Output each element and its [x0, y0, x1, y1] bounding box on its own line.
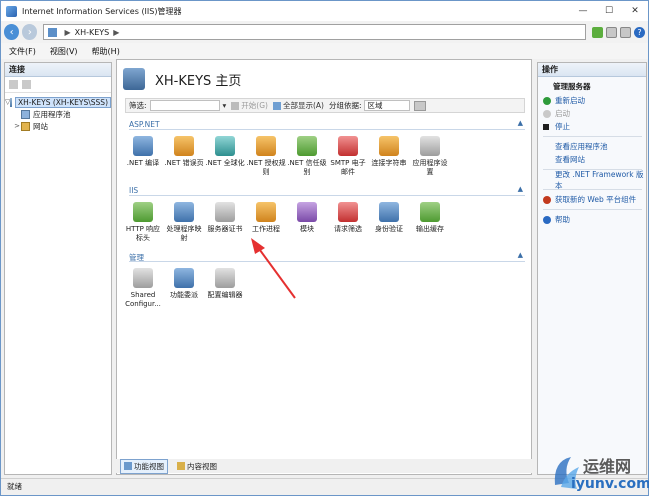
server-icon: [48, 27, 58, 37]
connections-header: 连接: [5, 63, 111, 77]
status-text: 就绪: [7, 482, 22, 491]
iis-app-icon: [6, 5, 17, 17]
tree-item-label: 应用程序池: [33, 109, 71, 119]
address-bar: ‹ › ▶ XH-KEYS ▶ ?: [1, 21, 648, 43]
action-label: 重新启动: [555, 96, 585, 105]
web-platform-icon: [543, 195, 551, 204]
action-label: 停止: [555, 122, 570, 131]
title-bar: Internet Information Services (IIS)管理器 —…: [1, 1, 648, 21]
actions-group-title: 管理服务器: [553, 82, 591, 91]
menu-file[interactable]: 文件(F): [9, 46, 36, 57]
actions-divider: [543, 136, 642, 137]
breadcrumb[interactable]: ▶ XH-KEYS ▶: [43, 24, 586, 40]
maximize-button[interactable]: ☐: [596, 1, 622, 21]
breadcrumb-arrow-icon: ▶: [64, 27, 71, 37]
action-label: 更改 .NET Framework 版本: [555, 169, 644, 190]
watermark-text: 运维网: [583, 457, 632, 476]
action-view-sites[interactable]: 查看网站: [543, 153, 646, 166]
action-view-app-pools[interactable]: 查看应用程序池: [543, 140, 646, 153]
action-label: 帮助: [555, 215, 570, 224]
tab-label: 功能视图: [134, 461, 164, 471]
action-change-net-framework[interactable]: 更改 .NET Framework 版本: [543, 170, 646, 190]
action-stop[interactable]: 停止: [543, 120, 646, 133]
action-label: 查看应用程序池: [555, 142, 608, 151]
tree-item-label: XH-KEYS (XH-KEYS\SSS): [14, 96, 111, 108]
breadcrumb-item-server[interactable]: XH-KEYS: [75, 28, 110, 37]
tab-content-view[interactable]: 内容视图: [174, 460, 220, 473]
tab-features-view[interactable]: 功能视图: [120, 458, 168, 474]
connect-icon[interactable]: [9, 80, 18, 89]
action-start[interactable]: 启动: [543, 107, 646, 120]
tab-label: 内容视图: [187, 461, 217, 471]
back-button[interactable]: ‹: [4, 24, 20, 40]
minimize-button[interactable]: —: [570, 1, 596, 21]
action-label: 启动: [555, 109, 570, 118]
stop-icon: [543, 123, 549, 130]
close-button[interactable]: ✕: [622, 1, 648, 21]
action-get-web-platform[interactable]: 获取新的 Web 平台组件: [543, 193, 646, 206]
save-connections-icon[interactable]: [22, 80, 31, 89]
annotation-arrow: [251, 238, 296, 299]
address-toolbar: ?: [592, 26, 648, 38]
home-icon[interactable]: [620, 26, 631, 38]
restart-icon: [543, 96, 551, 105]
help-icon: [543, 215, 551, 224]
stop-icon[interactable]: [606, 26, 617, 38]
forward-button[interactable]: ›: [22, 24, 38, 40]
menu-help[interactable]: 帮助(H): [92, 46, 120, 57]
site-watermark: 运维网 iyunv.com: [549, 447, 649, 495]
breadcrumb-chevron-icon[interactable]: ▶: [113, 28, 119, 37]
actions-divider: [543, 209, 642, 210]
help-icon[interactable]: ?: [634, 26, 645, 38]
connections-panel: 连接 ▽ XH-KEYS (XH-KEYS\SSS) 应用程序池 > 网站: [4, 62, 112, 475]
window-title: Internet Information Services (IIS)管理器: [22, 6, 182, 16]
content-view-icon: [177, 462, 185, 470]
window-controls: — ☐ ✕: [570, 1, 648, 21]
action-label: 查看网站: [555, 155, 585, 164]
actions-panel: 操作 管理服务器 重新启动 启动 停止 查看应用程序池 查看网站 更改 .NET…: [537, 62, 647, 475]
view-tabs: 功能视图 内容视图: [116, 458, 532, 474]
connections-toolbar: [5, 77, 111, 93]
actions-header: 操作: [538, 63, 646, 77]
action-help[interactable]: 帮助: [543, 213, 646, 226]
tree-item-app-pools[interactable]: 应用程序池: [5, 108, 111, 120]
tree-item-sites[interactable]: > 网站: [5, 120, 111, 132]
watermark-url: iyunv.com: [571, 476, 649, 492]
tree-item-label: 网站: [33, 121, 48, 131]
actions-list: 管理服务器 重新启动 启动 停止 查看应用程序池 查看网站 更改 .NET Fr…: [538, 77, 646, 226]
sites-folder-icon: [21, 121, 30, 131]
iis-manager-window: Internet Information Services (IIS)管理器 —…: [0, 0, 649, 496]
action-restart[interactable]: 重新启动: [543, 94, 646, 107]
action-label: 获取新的 Web 平台组件: [555, 195, 637, 204]
connections-tree: ▽ XH-KEYS (XH-KEYS\SSS) 应用程序池 > 网站: [5, 93, 111, 132]
start-icon: [543, 109, 551, 118]
server-icon: [10, 97, 12, 107]
menu-view[interactable]: 视图(V): [50, 46, 78, 57]
refresh-icon[interactable]: [592, 26, 603, 38]
app-pool-icon: [21, 109, 30, 119]
tree-item-server[interactable]: ▽ XH-KEYS (XH-KEYS\SSS): [5, 96, 111, 108]
menu-bar: 文件(F) 视图(V) 帮助(H): [1, 43, 648, 59]
server-home-panel: XH-KEYS 主页 筛选: ▾ 开始(G) 全部显示(A) 分组依据: 区域 …: [116, 59, 532, 475]
expand-toggle-icon[interactable]: >: [13, 122, 21, 130]
features-view-icon: [124, 462, 132, 470]
